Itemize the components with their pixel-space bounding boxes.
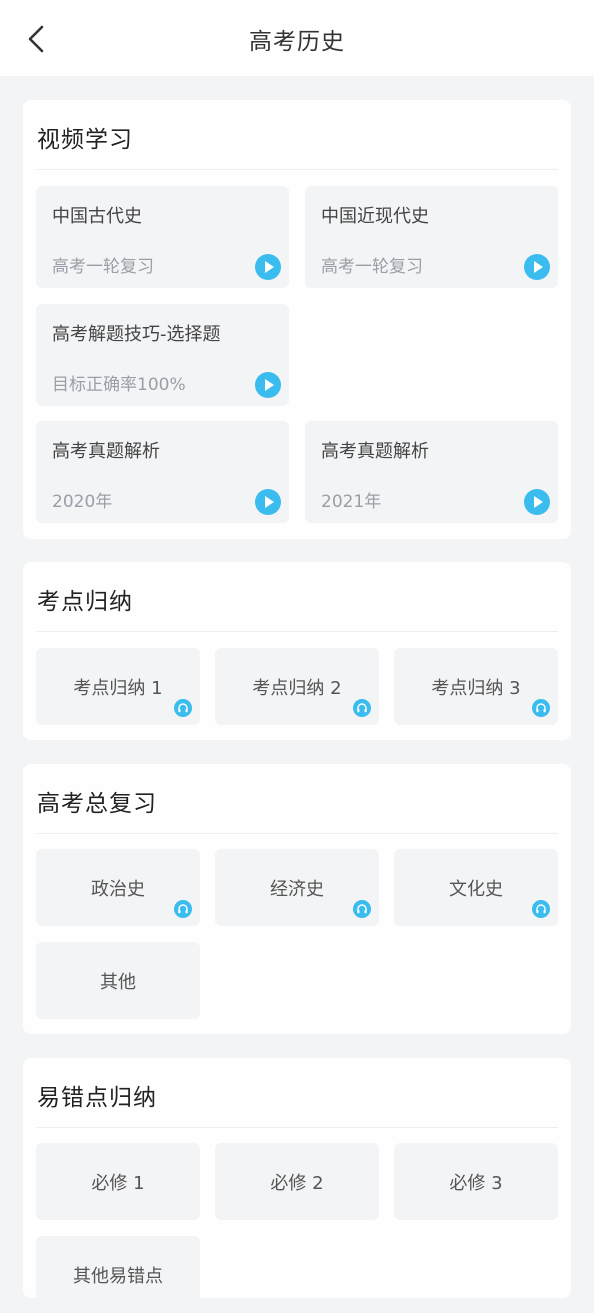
review-item[interactable]: 其他 [36,942,200,1019]
divider [36,833,558,834]
headphones-icon [174,699,192,717]
play-icon[interactable] [255,372,281,398]
video-item-subtitle: 高考一轮复习 [321,257,423,277]
kaodian-item[interactable]: 考点归纳 3 [394,648,558,725]
video-study-card: 视频学习 中国古代史 高考一轮复习 中国近现代史 高考一轮复习 高考解题技巧-选… [23,100,571,539]
item-label: 考点归纳 2 [252,678,342,699]
video-item-title: 高考真题解析 [52,441,160,462]
item-label: 政治史 [91,879,145,900]
headphones-icon [174,900,192,918]
mistake-item[interactable]: 必修 2 [215,1143,379,1220]
item-label: 文化史 [449,879,503,900]
section-title: 易错点归纳 [37,1085,157,1111]
play-icon[interactable] [524,489,550,515]
item-label: 必修 1 [91,1173,145,1194]
video-item[interactable]: 中国古代史 高考一轮复习 [36,186,289,288]
video-item-subtitle: 2020年 [52,492,113,512]
mistake-item[interactable]: 必修 3 [394,1143,558,1220]
kaodian-item[interactable]: 考点归纳 1 [36,648,200,725]
video-item-title: 中国古代史 [52,206,142,227]
video-item-subtitle: 高考一轮复习 [52,257,154,277]
headphones-icon [353,900,371,918]
item-label: 考点归纳 3 [431,678,521,699]
play-icon[interactable] [524,254,550,280]
kaodian-item[interactable]: 考点归纳 2 [215,648,379,725]
video-item-subtitle: 2021年 [321,492,382,512]
item-label: 必修 2 [270,1173,324,1194]
section-title: 考点归纳 [37,589,133,615]
review-item[interactable]: 政治史 [36,849,200,926]
mistakes-card: 易错点归纳 必修 1 必修 2 必修 3 其他易错点 [23,1058,571,1313]
review-item[interactable]: 经济史 [215,849,379,926]
item-label: 其他易错点 [73,1266,163,1287]
headphones-icon [532,900,550,918]
divider [36,169,558,170]
item-label: 经济史 [270,879,324,900]
review-card: 高考总复习 政治史 经济史 文化史 其他 [23,764,571,1034]
video-item-title: 高考真题解析 [321,441,429,462]
play-icon[interactable] [255,254,281,280]
top-bar: 高考历史 [0,0,594,76]
video-item[interactable]: 高考真题解析 2021年 [305,421,558,523]
divider [36,631,558,632]
item-label: 其他 [100,972,136,993]
kaodian-card: 考点归纳 考点归纳 1 考点归纳 2 考点归纳 3 [23,562,571,740]
video-item-title: 高考解题技巧-选择题 [52,324,221,345]
item-label: 必修 3 [449,1173,503,1194]
page-title: 高考历史 [249,29,345,55]
video-item[interactable]: 高考真题解析 2020年 [36,421,289,523]
video-item[interactable]: 中国近现代史 高考一轮复习 [305,186,558,288]
review-item[interactable]: 文化史 [394,849,558,926]
video-item[interactable]: 高考解题技巧-选择题 目标正确率100% [36,304,289,406]
play-icon[interactable] [255,489,281,515]
video-item-title: 中国近现代史 [321,206,429,227]
video-item-subtitle: 目标正确率100% [52,375,186,395]
divider [36,1127,558,1128]
mistake-item[interactable]: 必修 1 [36,1143,200,1220]
mistake-item[interactable]: 其他易错点 [36,1236,200,1313]
headphones-icon [353,699,371,717]
section-title: 视频学习 [37,127,133,153]
headphones-icon [532,699,550,717]
section-title: 高考总复习 [37,791,157,817]
item-label: 考点归纳 1 [73,678,163,699]
